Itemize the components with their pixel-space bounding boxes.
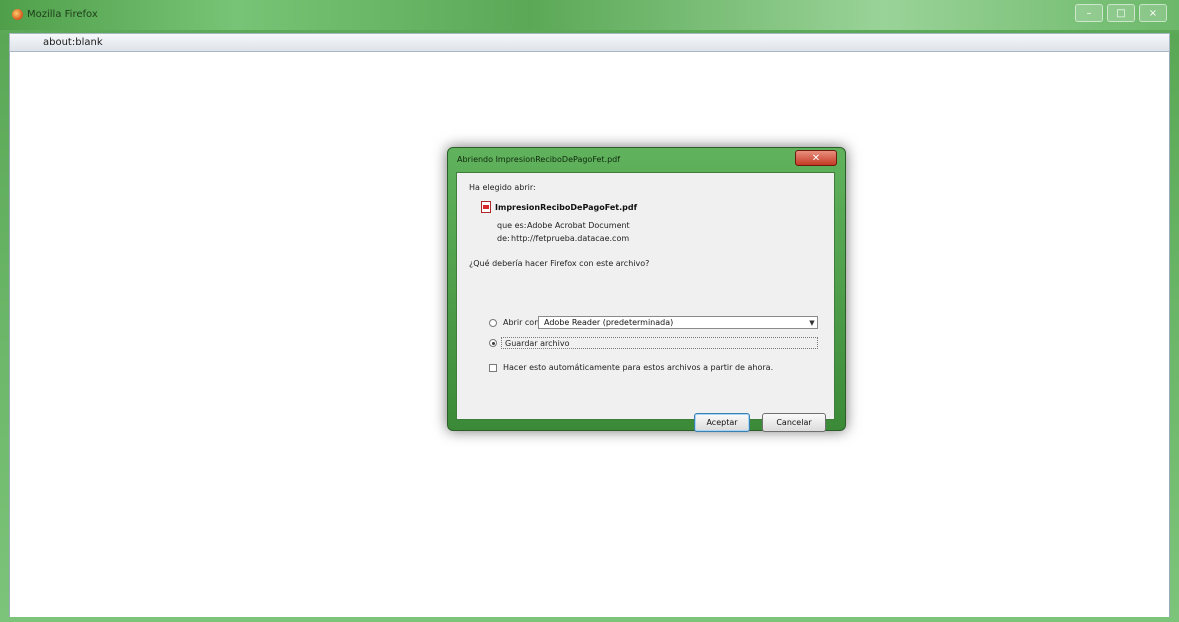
open-with-value: Adobe Reader (predeterminada) — [544, 318, 674, 327]
tab-bar: about:blank — [9, 33, 1170, 52]
intro-text: Ha elegido abrir: — [469, 183, 536, 192]
window-title: Mozilla Firefox — [27, 9, 98, 20]
save-file-option[interactable]: Guardar archivo — [501, 337, 818, 349]
maximize-button[interactable]: □ — [1107, 4, 1135, 22]
window-controls: – □ × — [1075, 4, 1167, 22]
close-window-button[interactable]: × — [1139, 4, 1167, 22]
chevron-down-icon: ▼ — [809, 318, 815, 327]
tab-about-blank[interactable]: about:blank — [43, 37, 103, 48]
file-type-value: Adobe Acrobat Document — [527, 221, 630, 230]
cancel-button[interactable]: Cancelar — [762, 413, 826, 432]
open-file-dialog: Abriendo ImpresionReciboDePagoFet.pdf ✕ … — [447, 147, 846, 432]
dialog-close-button[interactable]: ✕ — [795, 150, 837, 166]
pdf-file-icon — [481, 201, 491, 213]
save-file-radio[interactable] — [489, 339, 497, 347]
firefox-window: Mozilla Firefox – □ × about:blank Abrien… — [0, 0, 1179, 622]
file-source-label: de: — [497, 234, 510, 243]
title-bar[interactable]: Mozilla Firefox – □ × — [0, 0, 1179, 30]
dialog-body: Ha elegido abrir: ImpresionReciboDePagoF… — [456, 172, 835, 432]
open-with-radio[interactable] — [489, 319, 497, 327]
dialog-title: Abriendo ImpresionReciboDePagoFet.pdf — [457, 155, 621, 164]
file-name: ImpresionReciboDePagoFet.pdf — [495, 203, 638, 212]
minimize-button[interactable]: – — [1075, 4, 1103, 22]
firefox-icon — [12, 9, 23, 20]
save-file-label: Guardar archivo — [505, 339, 570, 348]
accept-button[interactable]: Aceptar — [694, 413, 750, 432]
open-with-label: Abrir con — [503, 318, 540, 327]
open-with-select[interactable]: Adobe Reader (predeterminada) ▼ — [538, 316, 818, 329]
file-type-label: que es: — [497, 221, 527, 230]
auto-label: Hacer esto automáticamente para estos ar… — [503, 363, 774, 372]
question-text: ¿Qué debería hacer Firefox con este arch… — [469, 259, 650, 268]
auto-checkbox[interactable] — [489, 364, 497, 372]
file-source-value: http://fetprueba.datacae.com — [511, 234, 630, 243]
